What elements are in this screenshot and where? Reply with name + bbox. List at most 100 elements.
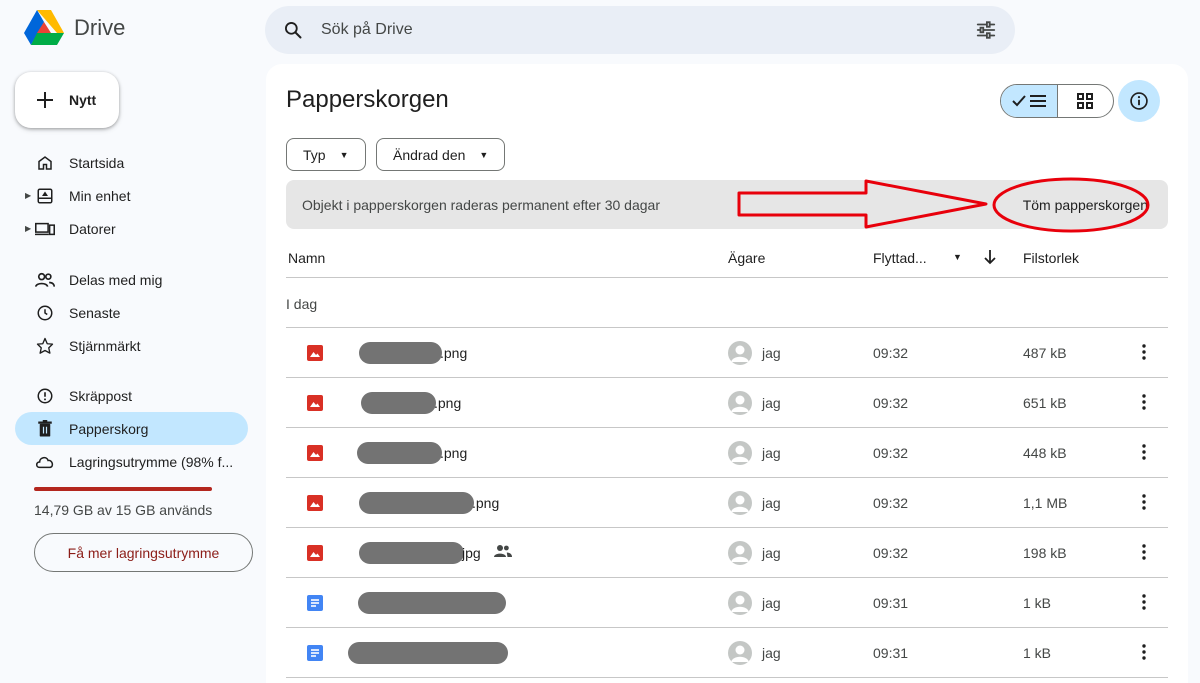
caret-right-icon[interactable]: ▶ bbox=[25, 224, 31, 233]
sidebar-item-home[interactable]: Startsida bbox=[15, 146, 248, 179]
new-button[interactable]: Nytt bbox=[15, 72, 119, 128]
file-name-suffix: .png bbox=[440, 445, 468, 461]
storage-text: 14,79 GB av 15 GB används bbox=[34, 502, 213, 518]
more-actions-icon[interactable] bbox=[1132, 390, 1156, 414]
group-label: I dag bbox=[286, 296, 318, 312]
trash-icon bbox=[35, 419, 55, 439]
info-icon bbox=[1130, 92, 1148, 110]
sidebar-item-recent[interactable]: Senaste bbox=[15, 296, 248, 329]
column-name[interactable]: Namn bbox=[288, 250, 325, 266]
new-button-label: Nytt bbox=[69, 92, 97, 108]
sidebar-item-label: Senaste bbox=[69, 304, 121, 321]
sort-descending-icon[interactable] bbox=[983, 249, 997, 265]
more-actions-icon[interactable] bbox=[1132, 640, 1156, 664]
redacted-filename bbox=[361, 392, 436, 414]
redacted-filename bbox=[359, 542, 464, 564]
caret-right-icon[interactable]: ▶ bbox=[25, 191, 31, 200]
nav-secondary: Delas med mig Senaste Stjärnmärkt bbox=[15, 263, 248, 362]
list-view-button[interactable] bbox=[1001, 85, 1058, 117]
view-toggle bbox=[1000, 84, 1114, 118]
owner-name: jag bbox=[762, 545, 781, 561]
people-icon bbox=[35, 270, 55, 290]
my-drive-icon bbox=[35, 186, 55, 206]
sidebar-item-starred[interactable]: Stjärnmärkt bbox=[15, 329, 248, 362]
image-file-icon bbox=[307, 395, 323, 411]
redacted-filename bbox=[348, 642, 508, 664]
search-input[interactable]: Sök på Drive bbox=[321, 21, 975, 39]
sidebar-item-label: Min enhet bbox=[69, 187, 131, 204]
moved-time: 09:32 bbox=[873, 545, 909, 561]
file-size: 198 kB bbox=[1023, 545, 1067, 561]
sort-dropdown-icon[interactable]: ▼ bbox=[953, 252, 962, 262]
column-moved[interactable]: Flyttad... bbox=[873, 250, 927, 266]
sidebar-item-storage[interactable]: Lagringsutrymme (98% f... bbox=[15, 445, 248, 478]
column-owner[interactable]: Ägare bbox=[728, 250, 765, 266]
column-size[interactable]: Filstorlek bbox=[1023, 250, 1079, 266]
filter-label: Ändrad den bbox=[393, 146, 466, 163]
image-file-icon bbox=[307, 495, 323, 511]
file-size: 1 kB bbox=[1023, 595, 1052, 611]
table-row[interactable]: .png jag 09:32 487 kB bbox=[286, 328, 1168, 378]
main-panel: Papperskorgen Typ ▼ Ändrad den ▼ Objekt … bbox=[266, 64, 1188, 683]
owner-name: jag bbox=[762, 345, 781, 361]
more-actions-icon[interactable] bbox=[1132, 340, 1156, 364]
storage-usage-bar bbox=[34, 487, 212, 491]
trash-info-banner: Objekt i papperskorgen raderas permanent… bbox=[286, 180, 1168, 229]
owner-avatar bbox=[728, 491, 752, 515]
search-bar[interactable]: Sök på Drive bbox=[265, 6, 1015, 54]
dropdown-arrow-icon: ▼ bbox=[339, 149, 349, 160]
table-row[interactable]: .png jag 09:32 448 kB bbox=[286, 428, 1168, 478]
file-name-suffix: .png bbox=[440, 345, 468, 361]
dropdown-arrow-icon: ▼ bbox=[479, 149, 489, 160]
nav-tertiary: Skräppost Papperskorg Lagringsutrymme (9… bbox=[15, 379, 248, 478]
sidebar-item-computers[interactable]: ▶ Datorer bbox=[15, 212, 248, 245]
details-button[interactable] bbox=[1118, 80, 1160, 122]
redacted-filename bbox=[359, 492, 474, 514]
moved-time: 09:32 bbox=[873, 495, 909, 511]
table-row[interactable]: .png jag 09:32 651 kB bbox=[286, 378, 1168, 428]
sidebar-item-my-drive[interactable]: ▶ Min enhet bbox=[15, 179, 248, 212]
search-icon[interactable] bbox=[283, 20, 303, 40]
sidebar-item-shared[interactable]: Delas med mig bbox=[15, 263, 248, 296]
table-header: Namn Ägare Flyttad... ▼ Filstorlek bbox=[286, 230, 1168, 278]
owner-name: jag bbox=[762, 395, 781, 411]
banner-text: Objekt i papperskorgen raderas permanent… bbox=[302, 196, 660, 213]
more-actions-icon[interactable] bbox=[1132, 590, 1156, 614]
get-more-storage-button[interactable]: Få mer lagringsutrymme bbox=[34, 533, 253, 572]
grid-view-button[interactable] bbox=[1058, 85, 1114, 117]
file-name-suffix: jpg bbox=[462, 545, 481, 561]
file-size: 487 kB bbox=[1023, 345, 1067, 361]
list-icon bbox=[1029, 95, 1046, 107]
more-actions-icon[interactable] bbox=[1132, 440, 1156, 464]
more-actions-icon[interactable] bbox=[1132, 490, 1156, 514]
image-file-icon bbox=[307, 445, 323, 461]
plus-icon bbox=[37, 92, 53, 108]
owner-name: jag bbox=[762, 595, 781, 611]
moved-time: 09:31 bbox=[873, 645, 909, 661]
star-icon bbox=[35, 336, 55, 356]
drive-logo-icon bbox=[24, 10, 64, 45]
empty-trash-button[interactable]: Töm papperskorgen bbox=[1023, 197, 1148, 213]
sidebar-item-spam[interactable]: Skräppost bbox=[15, 379, 248, 412]
filter-type-chip[interactable]: Typ ▼ bbox=[286, 138, 366, 171]
more-actions-icon[interactable] bbox=[1132, 540, 1156, 564]
tune-icon[interactable] bbox=[975, 19, 997, 41]
owner-name: jag bbox=[762, 445, 781, 461]
sidebar-item-label: Lagringsutrymme (98% f... bbox=[69, 453, 234, 470]
sidebar-item-label: Delas med mig bbox=[69, 271, 163, 288]
sidebar-item-trash[interactable]: Papperskorg bbox=[15, 412, 248, 445]
owner-avatar bbox=[728, 641, 752, 665]
file-name-suffix: .png bbox=[434, 395, 462, 411]
spam-icon bbox=[35, 386, 55, 406]
file-size: 651 kB bbox=[1023, 395, 1067, 411]
owner-avatar bbox=[728, 441, 752, 465]
table-row[interactable]: jpg jag 09:32 198 kB bbox=[286, 528, 1168, 578]
redacted-filename bbox=[358, 592, 506, 614]
table-row[interactable]: .png jag 09:32 1,1 MB bbox=[286, 478, 1168, 528]
drive-logo[interactable]: Drive bbox=[24, 10, 125, 46]
sidebar-item-label: Papperskorg bbox=[69, 420, 149, 437]
filter-modified-chip[interactable]: Ändrad den ▼ bbox=[376, 138, 506, 171]
computer-icon bbox=[35, 219, 55, 239]
table-row[interactable]: jag 09:31 1 kB bbox=[286, 628, 1168, 678]
table-row[interactable]: jag 09:31 1 kB bbox=[286, 578, 1168, 628]
